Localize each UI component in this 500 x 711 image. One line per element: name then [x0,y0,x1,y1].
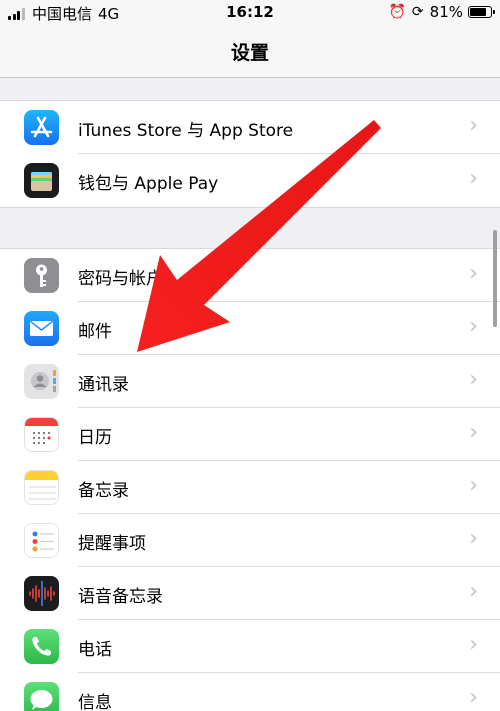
chevron-right-icon: › [469,420,478,445]
settings-row-mail[interactable]: 邮件 › [0,302,500,355]
settings-row-label: 提醒事项 [78,534,146,554]
settings-row-label: 邮件 [78,322,112,342]
settings-group-apps: 密码与帐户 › 邮件 › 通讯录 › 日历 › 备忘录 › 提醒事项 › 语音备… [0,248,500,711]
chevron-right-icon: › [469,166,478,191]
settings-row-passwords[interactable]: 密码与帐户 › [0,249,500,302]
app-store-icon [24,110,59,145]
settings-row-label: 电话 [78,640,112,660]
chevron-right-icon: › [469,367,478,392]
chevron-right-icon: › [469,526,478,551]
navigation-bar: 设置 [0,26,500,78]
settings-row-notes[interactable]: 备忘录 › [0,461,500,514]
wallet-icon [24,163,59,198]
chevron-right-icon: › [469,632,478,657]
settings-row-messages[interactable]: 信息 › [0,673,500,711]
voice-memos-icon [24,576,59,611]
settings-row-label: iTunes Store 与 App Store [78,121,294,141]
orientation-lock-icon: ⟳ [411,4,424,20]
settings-row-label: 日历 [78,428,112,448]
settings-row-phone[interactable]: 电话 › [0,620,500,673]
mail-icon [24,311,59,346]
settings-row-label: 信息 [78,693,112,711]
chevron-right-icon: › [469,314,478,339]
settings-row-label: 通讯录 [78,375,129,395]
settings-row-app-store[interactable]: iTunes Store 与 App Store › [0,101,500,154]
scrollbar[interactable] [493,230,497,327]
phone-icon [24,629,59,664]
battery-icon [468,6,495,18]
notes-icon [24,470,59,505]
status-right: ⏰ ⟳ 81% [388,3,495,21]
settings-row-voice-memos[interactable]: 语音备忘录 › [0,567,500,620]
settings-row-label: 备忘录 [78,481,129,501]
chevron-right-icon: › [469,579,478,604]
settings-row-label: 语音备忘录 [78,587,163,607]
key-icon [24,258,59,293]
settings-row-calendar[interactable]: 日历 › [0,408,500,461]
settings-row-reminders[interactable]: 提醒事项 › [0,514,500,567]
settings-group-store: iTunes Store 与 App Store › 钱包与 Apple Pay… [0,100,500,208]
reminders-icon [24,523,59,558]
alarm-icon: ⏰ [388,4,406,20]
status-bar: 中国电信 4G 16:12 ⏰ ⟳ 81% [0,0,500,26]
chevron-right-icon: › [469,261,478,286]
settings-row-label: 密码与帐户 [78,269,163,289]
chevron-right-icon: › [469,113,478,138]
page-title: 设置 [230,42,269,64]
messages-icon [24,682,59,711]
chevron-right-icon: › [469,685,478,710]
chevron-right-icon: › [469,473,478,498]
battery-fill [470,8,487,16]
settings-row-wallet[interactable]: 钱包与 Apple Pay › [0,154,500,207]
contacts-icon [24,364,59,399]
settings-row-contacts[interactable]: 通讯录 › [0,355,500,408]
settings-row-label: 钱包与 Apple Pay [78,174,219,194]
calendar-icon [24,417,59,452]
battery-percent: 81% [429,3,463,21]
